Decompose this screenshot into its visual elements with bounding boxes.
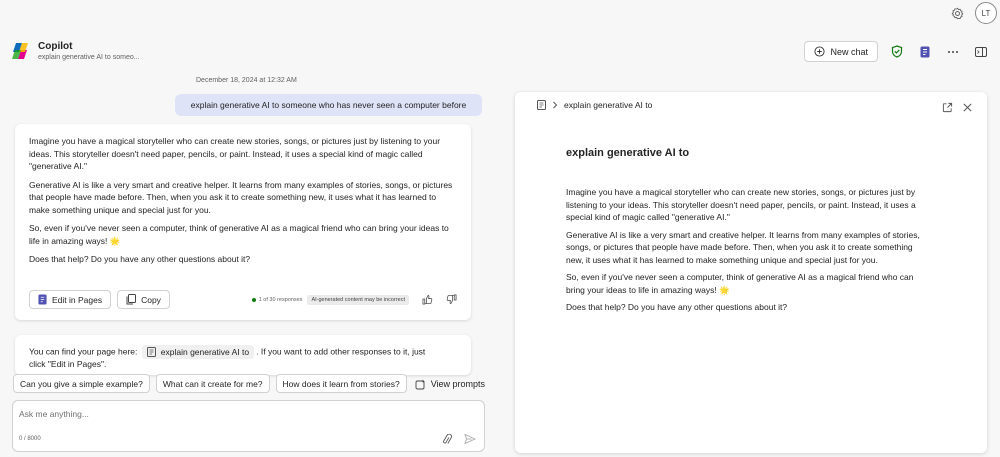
user-avatar[interactable]: LT	[975, 2, 997, 24]
ai-response-card-2: You can find your page here: explain gen…	[15, 335, 471, 375]
ai-paragraph: Does that help? Do you have any other qu…	[29, 254, 251, 264]
new-chat-button[interactable]: New chat	[804, 41, 878, 62]
response-count-text: 1 of 30 responses	[258, 296, 303, 303]
page-paragraph: So, even if you've never seen a computer…	[566, 272, 914, 295]
page-icon	[537, 100, 546, 110]
suggestion-chip[interactable]: What can it create for me?	[155, 374, 270, 393]
character-count: 0 / 8000	[19, 436, 41, 442]
suggestion-chip[interactable]: Can you give a simple example?	[13, 374, 150, 393]
message-timestamp: December 18, 2024 at 12:32 AM	[196, 77, 297, 84]
copy-button[interactable]: Copy	[117, 290, 170, 309]
ai-response-card: Imagine you have a magical storyteller w…	[15, 124, 471, 320]
response-counter[interactable]: 1 of 30 responses	[251, 296, 303, 303]
toggle-side-panel-icon[interactable]	[972, 43, 990, 61]
settings-gear-icon[interactable]	[948, 4, 966, 22]
page-location-text-line2: click "Edit in Pages".	[29, 359, 107, 369]
pages-icon	[38, 294, 47, 305]
copy-label: Copy	[141, 294, 161, 305]
page-title: explain generative AI to	[566, 147, 690, 159]
page-body[interactable]: Imagine you have a magical storyteller w…	[566, 186, 930, 319]
prompts-icon	[415, 379, 425, 389]
chevron-right-icon	[553, 101, 558, 109]
new-chat-label: New chat	[830, 46, 868, 57]
more-options-icon[interactable]	[944, 43, 962, 61]
shield-check-icon[interactable]	[888, 43, 906, 61]
page-link-chip[interactable]: explain generative AI to	[141, 345, 255, 359]
pages-side-panel: explain generative AI to explain generat…	[515, 92, 987, 453]
page-location-text-after: . If you want to add other responses to …	[256, 346, 426, 357]
attach-paperclip-icon[interactable]	[441, 433, 453, 445]
page-paragraph: Generative AI is like a very smart and c…	[566, 229, 920, 265]
app-title: Copilot	[38, 41, 73, 52]
view-prompts-label: View prompts	[430, 378, 486, 389]
suggestion-chip[interactable]: How does it learn from stories?	[275, 374, 407, 393]
thumbs-up-icon[interactable]	[421, 294, 433, 306]
ai-paragraph: So, even if you've never seen a computer…	[29, 223, 449, 246]
copy-icon	[126, 294, 137, 305]
close-icon[interactable]	[962, 100, 974, 112]
page-link-label: explain generative AI to	[160, 347, 250, 357]
user-message-bubble: explain generative AI to someone who has…	[175, 94, 482, 116]
panel-breadcrumb-label[interactable]: explain generative AI to	[564, 100, 652, 110]
new-chat-icon	[814, 46, 826, 57]
page-icon	[146, 347, 156, 357]
page-paragraph: Does that help? Do you have any other qu…	[566, 302, 788, 312]
suggested-prompts: Can you give a simple example? What can …	[13, 374, 485, 393]
page-location-text: You can find your page here:	[29, 346, 138, 357]
conversation-subtitle: explain generative AI to someo...	[38, 54, 140, 61]
ai-paragraph: Generative AI is like a very smart and c…	[29, 179, 453, 215]
message-composer: 0 / 8000	[12, 400, 485, 452]
panel-breadcrumb: explain generative AI to	[537, 100, 652, 110]
share-icon[interactable]	[942, 100, 954, 113]
edit-in-pages-button[interactable]: Edit in Pages	[29, 290, 112, 309]
page-paragraph: Imagine you have a magical storyteller w…	[566, 187, 916, 222]
thumbs-down-icon[interactable]	[445, 294, 457, 306]
chat-input[interactable]	[19, 409, 419, 419]
pages-icon[interactable]	[916, 43, 934, 61]
status-dot-icon	[251, 297, 256, 302]
view-prompts-button[interactable]: View prompts	[415, 378, 485, 390]
ai-paragraph: Imagine you have a magical storyteller w…	[29, 136, 441, 171]
send-icon[interactable]	[464, 432, 477, 445]
response-actions: Edit in Pages Copy 1 of 30 responses AI-…	[29, 290, 457, 309]
ai-disclaimer-badge: AI-generated content may be incorrect	[307, 294, 409, 305]
edit-in-pages-label: Edit in Pages	[52, 294, 103, 305]
header-actions: New chat	[804, 41, 990, 62]
copilot-logo-icon	[10, 41, 30, 61]
